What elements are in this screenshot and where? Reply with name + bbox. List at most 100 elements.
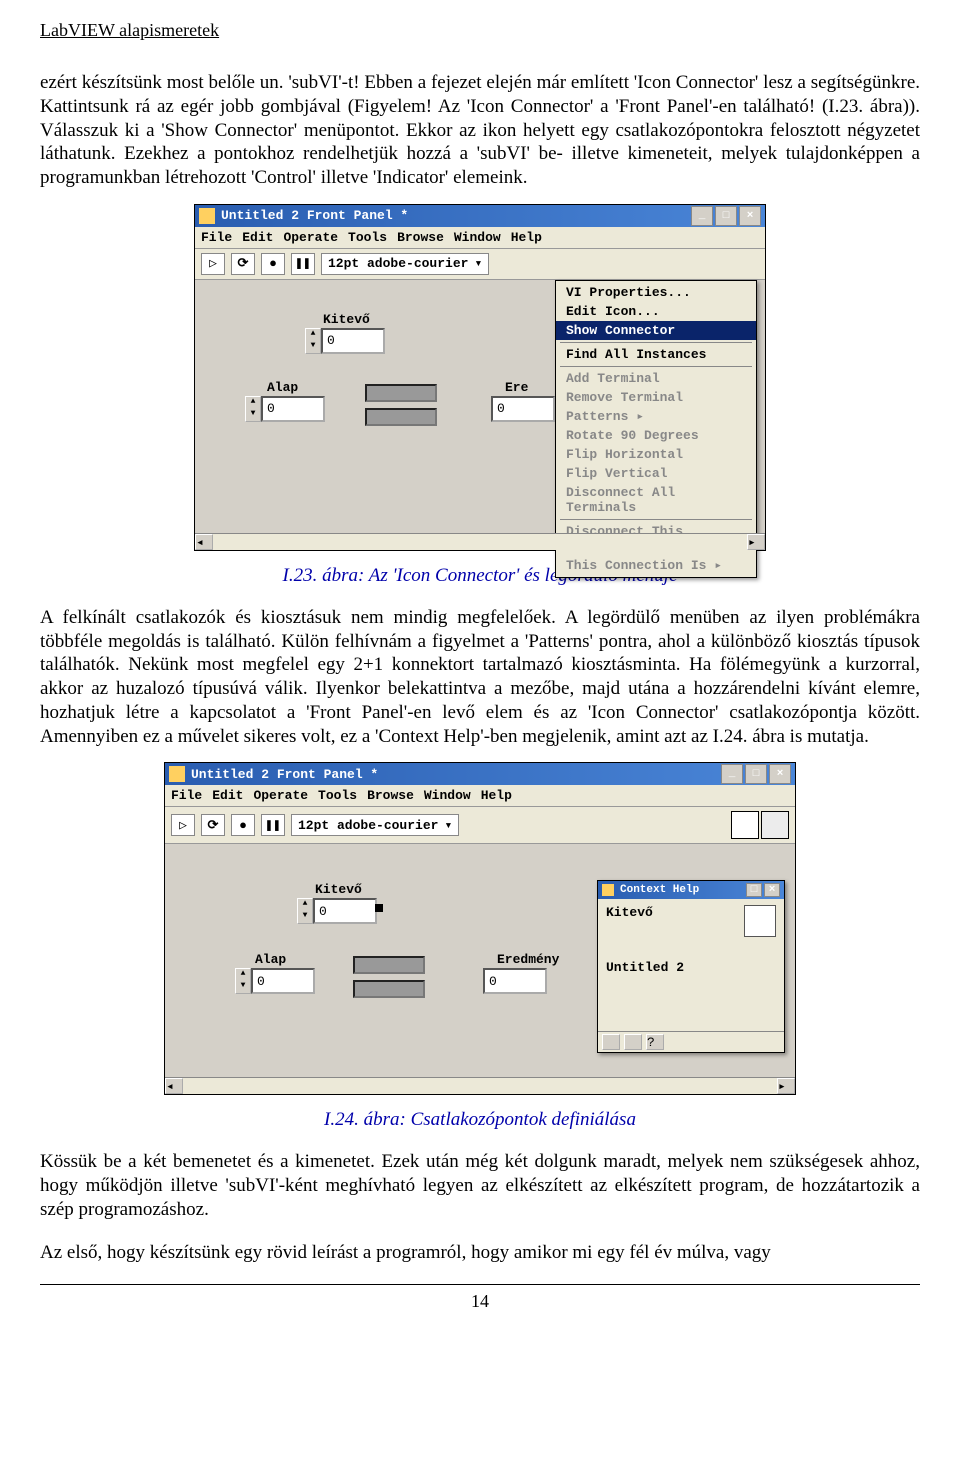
menu-edit[interactable]: Edit — [212, 788, 243, 803]
paragraph-4: Az első, hogy készítsünk egy rövid leírá… — [40, 1241, 920, 1265]
label-alap: Alap — [267, 380, 298, 395]
menu-item[interactable]: Edit Icon... — [556, 302, 756, 321]
labview-icon — [199, 208, 215, 224]
menu-item: Flip Vertical — [556, 464, 756, 483]
screenshot-icon-connector-menu: Untitled 2 Front Panel * _ □ × File Edit… — [194, 204, 766, 551]
scrollbar-horizontal[interactable]: ◂ ▸ — [165, 1077, 795, 1094]
label-alap: Alap — [255, 952, 286, 967]
menu-help[interactable]: Help — [481, 788, 512, 803]
minimize-button[interactable]: _ — [721, 764, 743, 784]
menu-item: Patterns ▸ — [556, 407, 756, 426]
scroll-right-button[interactable]: ▸ — [747, 534, 765, 550]
help-kitevo-label: Kitevő — [606, 905, 653, 920]
figure-caption-23: I.23. ábra: Az 'Icon Connector' és legör… — [40, 565, 920, 587]
close-button[interactable]: × — [764, 883, 780, 897]
abort-button[interactable]: ● — [261, 253, 285, 275]
menu-file[interactable]: File — [171, 788, 202, 803]
scroll-right-button[interactable]: ▸ — [777, 1078, 795, 1094]
menu-item[interactable]: VI Properties... — [556, 283, 756, 302]
menu-operate[interactable]: Operate — [253, 788, 308, 803]
paragraph-2: A felkínált csatlakozók és kiosztásuk ne… — [40, 606, 920, 749]
menu-browse[interactable]: Browse — [397, 230, 444, 245]
close-button[interactable]: × — [769, 764, 791, 784]
font-select[interactable]: 12pt adobe-courier▾ — [321, 253, 489, 275]
scroll-left-button[interactable]: ◂ — [195, 534, 213, 550]
run-continuous-button[interactable]: ⟳ — [231, 253, 255, 275]
screenshot-context-help: Untitled 2 Front Panel * _ □ × File Edit… — [164, 762, 796, 1095]
pause-button[interactable]: ❚❚ — [291, 253, 315, 275]
terminal-marker — [375, 904, 383, 912]
paragraph-3: Kössük be a két bemenetet és a kimenetet… — [40, 1150, 920, 1221]
page-number: 14 — [40, 1291, 920, 1312]
menu-file[interactable]: File — [201, 230, 232, 245]
minimize-button[interactable]: _ — [691, 206, 713, 226]
menu-browse[interactable]: Browse — [367, 788, 414, 803]
label-kitevo: Kitevő — [315, 882, 362, 897]
help-vi-name: Untitled 2 — [606, 960, 776, 975]
label-ere: Ere — [505, 380, 528, 395]
font-select[interactable]: 12pt adobe-courier▾ — [291, 814, 459, 836]
labview-icon — [602, 884, 614, 896]
control-kitevo[interactable]: ▲▼ 0 — [297, 898, 377, 924]
wire-segment — [353, 956, 425, 974]
label-kitevo: Kitevő — [323, 312, 370, 327]
context-help-title: Context Help — [620, 884, 699, 896]
labview-icon — [169, 766, 185, 782]
window-title: Untitled 2 Front Panel * — [221, 208, 408, 223]
wire-segment — [365, 408, 437, 426]
menu-operate[interactable]: Operate — [283, 230, 338, 245]
context-help-window: Context Help □ × Kitevő Untitled 2 ? — [597, 880, 785, 1053]
footer-rule — [40, 1284, 920, 1285]
window-titlebar: Untitled 2 Front Panel * _ □ × — [195, 205, 765, 227]
maximize-button[interactable]: □ — [746, 883, 762, 897]
menu-tools[interactable]: Tools — [318, 788, 357, 803]
menu-window[interactable]: Window — [424, 788, 471, 803]
control-kitevo[interactable]: ▲▼ 0 — [305, 328, 385, 354]
menu-edit[interactable]: Edit — [242, 230, 273, 245]
indicator-eredmeny[interactable]: 0 — [483, 968, 547, 994]
menubar: File Edit Operate Tools Browse Window He… — [195, 227, 765, 249]
window-titlebar: Untitled 2 Front Panel * _ □ × — [165, 763, 795, 785]
help-toggle-3[interactable]: ? — [646, 1034, 664, 1050]
icon-connector-pane-right[interactable] — [761, 811, 789, 839]
maximize-button[interactable]: □ — [745, 764, 767, 784]
page-header: LabVIEW alapismeretek — [40, 20, 920, 41]
maximize-button[interactable]: □ — [715, 206, 737, 226]
help-vi-icon — [744, 905, 776, 937]
menubar: File Edit Operate Tools Browse Window He… — [165, 785, 795, 807]
menu-tools[interactable]: Tools — [348, 230, 387, 245]
menu-item: Add Terminal — [556, 369, 756, 388]
menu-item: Flip Horizontal — [556, 445, 756, 464]
toolbar: ▷ ⟳ ● ❚❚ 12pt adobe-courier▾ — [195, 249, 765, 280]
wire-segment — [353, 980, 425, 998]
help-toggle-2[interactable] — [624, 1034, 642, 1050]
menu-item[interactable]: Find All Instances — [556, 345, 756, 364]
menu-item[interactable]: Show Connector — [556, 321, 756, 340]
menu-item: Disconnect All Terminals — [556, 483, 756, 517]
wire-segment — [365, 384, 437, 402]
front-panel-canvas: Kitevő ▲▼ 0 Alap ▲▼ 0 Eredmény 0 Context… — [165, 844, 795, 1094]
menu-window[interactable]: Window — [454, 230, 501, 245]
paragraph-1: ezért készítsünk most belőle un. 'subVI'… — [40, 71, 920, 190]
context-help-footer: ? — [598, 1031, 784, 1052]
menu-item: Rotate 90 Degrees — [556, 426, 756, 445]
scrollbar-horizontal[interactable]: ◂ ▸ — [195, 533, 765, 550]
abort-button[interactable]: ● — [231, 814, 255, 836]
run-button[interactable]: ▷ — [201, 253, 225, 275]
pause-button[interactable]: ❚❚ — [261, 814, 285, 836]
toolbar: ▷ ⟳ ● ❚❚ 12pt adobe-courier▾ — [165, 807, 795, 844]
label-eredmeny: Eredmény — [497, 952, 559, 967]
run-continuous-button[interactable]: ⟳ — [201, 814, 225, 836]
indicator-ere[interactable]: 0 — [491, 396, 555, 422]
help-toggle-1[interactable] — [602, 1034, 620, 1050]
menu-item: This Connection Is ▸ — [556, 556, 756, 575]
icon-connector-pane[interactable] — [731, 811, 759, 839]
front-panel-canvas: Kitevő ▲▼ 0 Alap ▲▼ 0 Ere 0 VI Propertie… — [195, 280, 765, 550]
window-title: Untitled 2 Front Panel * — [191, 767, 378, 782]
close-button[interactable]: × — [739, 206, 761, 226]
run-button[interactable]: ▷ — [171, 814, 195, 836]
control-alap[interactable]: ▲▼ 0 — [235, 968, 315, 994]
control-alap[interactable]: ▲▼ 0 — [245, 396, 325, 422]
scroll-left-button[interactable]: ◂ — [165, 1078, 183, 1094]
menu-help[interactable]: Help — [511, 230, 542, 245]
